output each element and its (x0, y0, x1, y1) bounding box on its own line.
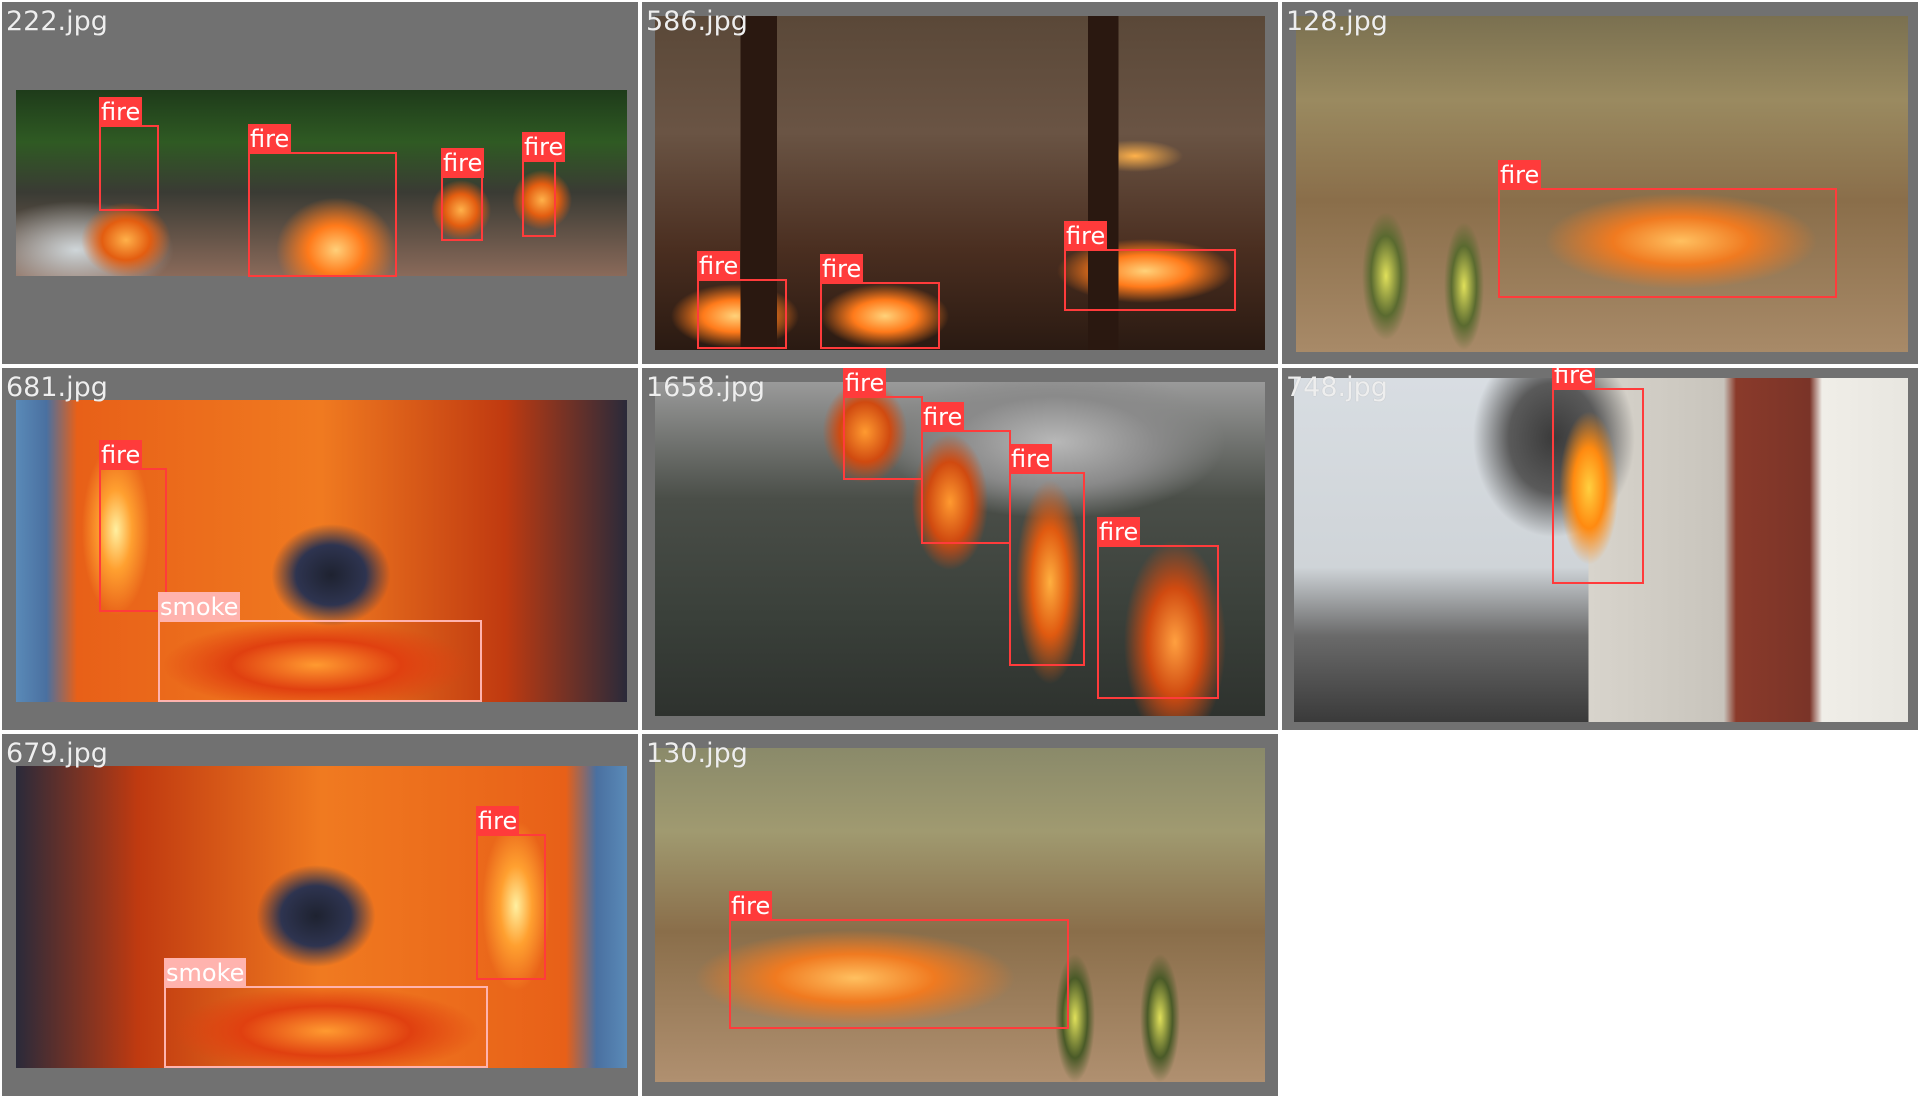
fire-detection-box: fire (99, 97, 159, 211)
detection-label: fire (248, 124, 292, 154)
fire-detection-box: fire (1064, 221, 1236, 311)
fire-detection-box: fire (1009, 444, 1085, 666)
fire-detection-box: fire (476, 806, 546, 980)
detection-label: fire (522, 132, 566, 162)
fire-detection-box: fire (820, 254, 940, 349)
image-cell[interactable]: 679.jpg fire smoke (0, 732, 640, 1098)
detection-label: smoke (158, 592, 241, 622)
image-filename: 586.jpg (646, 6, 748, 37)
detection-label: fire (1097, 517, 1141, 547)
fire-detection-box: fire (843, 368, 923, 480)
fire-detection-box: fire (99, 440, 167, 612)
detection-label: fire (697, 251, 741, 281)
detection-label: fire (921, 402, 965, 432)
detection-label: fire (1064, 221, 1108, 251)
detection-label: fire (99, 97, 143, 127)
image-filename: 681.jpg (6, 372, 108, 403)
image-filename: 130.jpg (646, 738, 748, 769)
fire-detection-box: fire (522, 132, 566, 237)
fire-detection-box: fire (1552, 368, 1644, 584)
smoke-detection-box: smoke (164, 958, 488, 1068)
detection-label: fire (843, 368, 887, 398)
detection-label: fire (441, 148, 485, 178)
detection-label: fire (1498, 160, 1542, 190)
smoke-detection-box: smoke (158, 592, 482, 702)
image-cell[interactable]: 681.jpg fire smoke (0, 366, 640, 732)
detection-label: fire (1009, 444, 1053, 474)
image-filename: 679.jpg (6, 738, 108, 769)
detection-label: smoke (164, 958, 247, 988)
firefighters-forest-fire-photo (1296, 16, 1908, 352)
detection-label: fire (729, 891, 773, 921)
image-filename: 128.jpg (1286, 6, 1388, 37)
detection-label: fire (1552, 368, 1596, 390)
image-cell[interactable]: 586.jpg fire fire fire (640, 0, 1280, 366)
fire-detection-box: fire (1097, 517, 1219, 699)
detection-label: fire (820, 254, 864, 284)
image-cell[interactable]: 1658.jpg fire fire fire fire (640, 366, 1280, 732)
image-filename: 1658.jpg (646, 372, 766, 403)
fire-detection-box: fire (248, 124, 397, 277)
fire-detection-box: fire (697, 251, 787, 349)
image-cell[interactable]: 222.jpg fire fire fire fire (0, 0, 640, 366)
image-cell[interactable]: 748.jpg fire (1280, 366, 1920, 732)
detection-label: fire (99, 440, 143, 470)
image-filename: 748.jpg (1286, 372, 1388, 403)
image-filename: 222.jpg (6, 6, 108, 37)
image-cell[interactable]: 128.jpg fire (1280, 0, 1920, 366)
detection-label: fire (476, 806, 520, 836)
fire-detection-box: fire (729, 891, 1069, 1029)
fire-detection-box: fire (921, 402, 1011, 544)
image-cell[interactable]: 130.jpg fire (640, 732, 1280, 1098)
fire-detection-box: fire (1498, 160, 1837, 298)
fire-detection-box: fire (441, 148, 485, 241)
